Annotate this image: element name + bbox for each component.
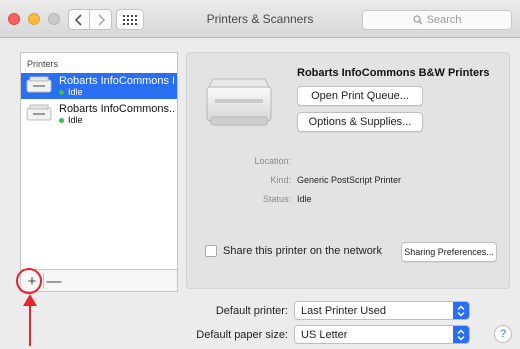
sharing-preferences-button[interactable]: Sharing Preferences... <box>401 242 497 262</box>
default-printer-select[interactable]: Last Printer Used <box>294 301 470 320</box>
default-paper-select[interactable]: US Letter <box>294 325 470 344</box>
annotation-arrow-icon <box>23 294 37 346</box>
default-paper-label: Default paper size: <box>196 328 288 341</box>
show-all-button[interactable] <box>116 9 144 30</box>
zoom-window-button[interactable] <box>48 13 60 25</box>
back-button[interactable] <box>68 9 90 30</box>
window-title: Printers & Scanners <box>206 12 314 26</box>
annotation-circle <box>16 268 42 294</box>
share-printer-row[interactable]: Share this printer on the network <box>205 245 382 257</box>
grid-icon <box>123 14 137 25</box>
printer-name: Robarts InfoCommons... <box>59 103 174 115</box>
printer-icon <box>26 104 52 121</box>
location-label: Location: <box>254 156 291 166</box>
kind-value: Generic PostScript Printer <box>297 175 402 185</box>
updown-chevron-icon <box>453 326 469 343</box>
search-placeholder: Search <box>426 14 462 26</box>
kind-label: Kind: <box>270 175 291 185</box>
help-button[interactable]: ? <box>494 325 512 343</box>
printer-name: Robarts InfoCommons B... <box>59 75 174 87</box>
printer-status: Idle <box>59 115 83 125</box>
chevron-left-icon <box>75 13 82 26</box>
options-supplies-button[interactable]: Options & Supplies... <box>297 112 423 132</box>
minimize-window-button[interactable] <box>28 13 40 25</box>
printer-status: Idle <box>59 87 83 97</box>
printer-list-item[interactable]: Robarts InfoCommons... Idle <box>21 101 177 127</box>
search-field[interactable]: Search <box>362 10 512 30</box>
close-window-button[interactable] <box>8 13 20 25</box>
search-icon <box>412 15 423 25</box>
updown-chevron-icon <box>453 302 469 319</box>
printers-header: Printers <box>27 59 59 69</box>
printer-detail-panel: Robarts InfoCommons B&W Printers Open Pr… <box>186 52 510 289</box>
forward-button[interactable] <box>90 9 112 30</box>
remove-printer-button[interactable]: — <box>45 272 63 290</box>
printer-list[interactable]: Printers Robarts InfoCommons B... Idle R… <box>20 52 178 270</box>
status-value: Idle <box>297 194 312 204</box>
printer-large-icon <box>206 78 272 126</box>
printer-status-text: Idle <box>68 115 83 125</box>
open-print-queue-button[interactable]: Open Print Queue... <box>297 86 423 106</box>
printer-icon <box>26 76 52 93</box>
chevron-right-icon <box>97 13 105 26</box>
default-printer-row: Default printer: Last Printer Used <box>188 301 470 320</box>
default-printer-label: Default printer: <box>215 304 288 317</box>
share-printer-checkbox[interactable] <box>205 245 217 257</box>
status-dot-icon <box>59 117 64 123</box>
printer-title: Robarts InfoCommons B&W Printers <box>297 67 490 79</box>
status-dot-icon <box>59 89 64 95</box>
share-printer-label: Share this printer on the network <box>223 245 382 257</box>
default-printer-value: Last Printer Used <box>301 304 386 317</box>
printer-list-item[interactable]: Robarts InfoCommons B... Idle <box>21 73 177 99</box>
divider <box>43 273 44 289</box>
default-paper-row: Default paper size: US Letter <box>188 325 470 344</box>
add-remove-bar: + — <box>20 270 178 292</box>
title-bar: Printers & Scanners Search <box>0 0 520 38</box>
printer-status-text: Idle <box>68 87 83 97</box>
status-label: Status: <box>262 194 291 204</box>
default-paper-value: US Letter <box>301 328 348 341</box>
